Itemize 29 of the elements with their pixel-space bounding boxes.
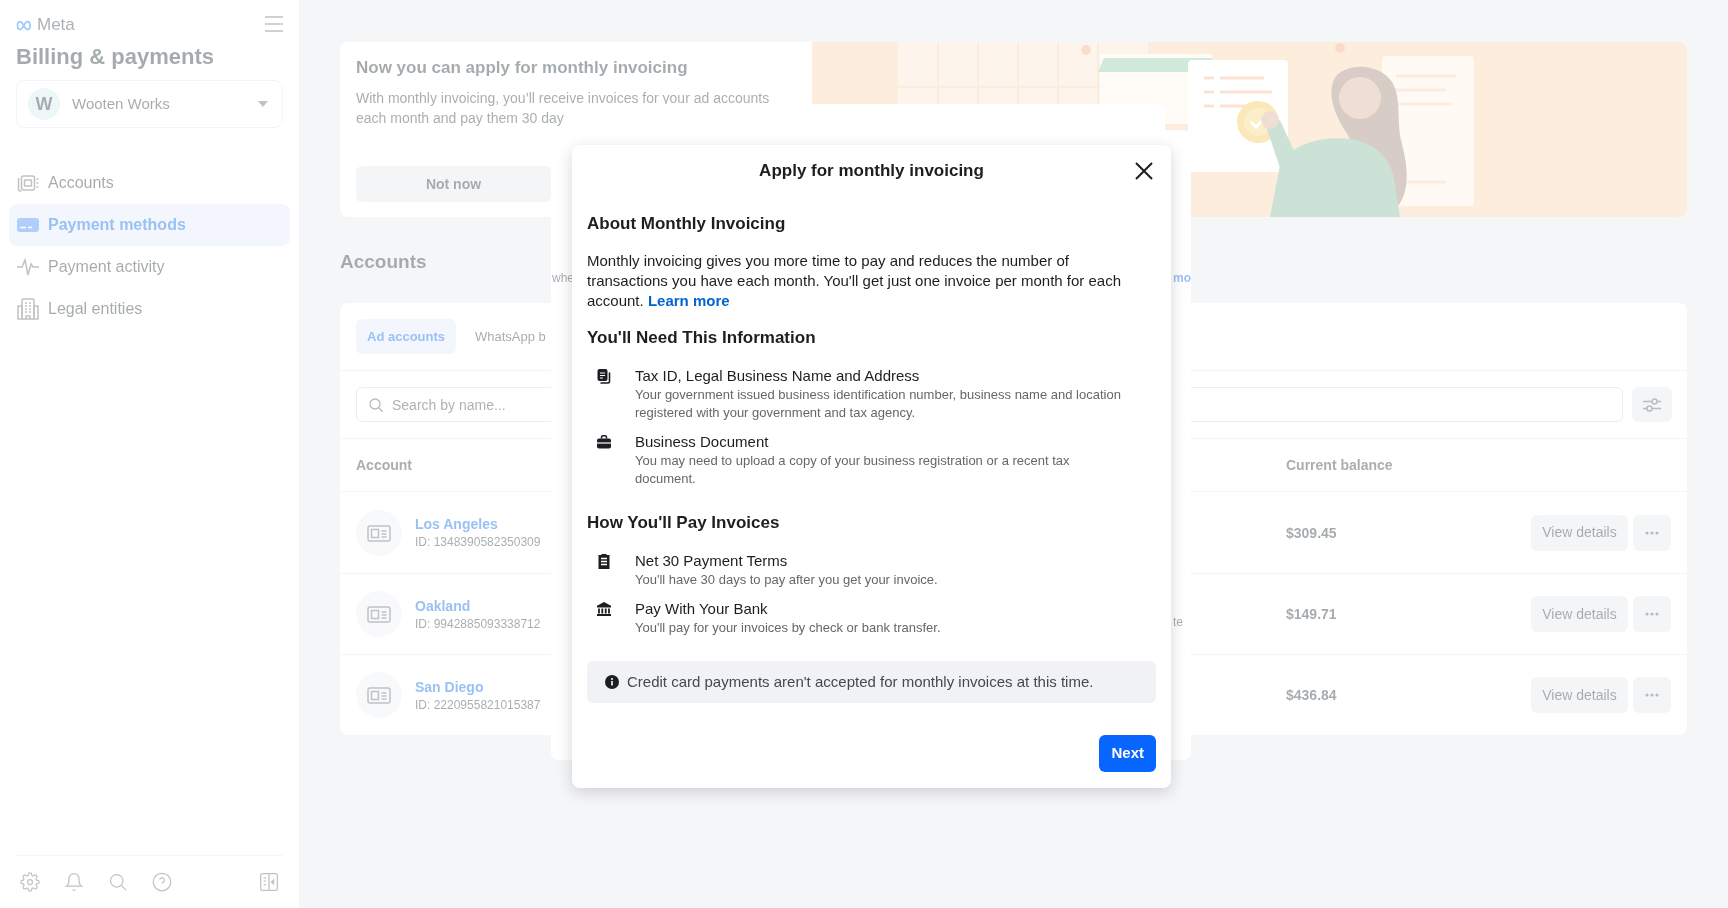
section-heading: How You'll Pay Invoices (587, 512, 780, 534)
item-title: Tax ID, Legal Business Name and Address (635, 366, 920, 386)
account-id: ID: 1348390582350309 (415, 534, 541, 550)
brand-name: Meta (37, 16, 75, 34)
item-title: Business Document (635, 432, 769, 452)
balance: $309.45 (1286, 524, 1337, 541)
column-header: Current balance (1286, 457, 1393, 473)
paragraph: Monthly invoicing gives you more time to pay and reduces the number of transactions you have each month. You'll get just one invoice per month for each account. Learn more (587, 251, 1123, 311)
avatar: W (28, 88, 60, 120)
item-description: You'll pay for your invoices by check or bank transfer. (635, 619, 942, 637)
item-title: Pay With Your Bank (635, 599, 768, 619)
item-description: Your government issued business identification number, business name and location registered with your government and tax agency. (635, 386, 1122, 422)
balance: $436.84 (1286, 687, 1337, 703)
balance: $149.71 (1286, 606, 1337, 622)
section-heading: Accounts (340, 250, 427, 274)
item-description: You'll have 30 days to pay after you get your invoice. (635, 571, 939, 589)
page-title: Billing & payments (15, 43, 216, 71)
text-fragment: te (1173, 614, 1183, 630)
account-name: Wooten Works (72, 93, 171, 114)
column-header: Account (356, 457, 412, 473)
item-title: Net 30 Payment Terms (635, 551, 788, 571)
dialog-title: Apply for monthly invoicing (759, 160, 984, 182)
account-id: ID: 9942885093338712 (415, 615, 541, 632)
section-heading: You'll Need This Information (587, 327, 816, 349)
notice-text: Credit card payments aren't accepted for monthly invoices at this time. (627, 671, 1094, 692)
section-heading: About Monthly Invoicing (587, 213, 786, 235)
account-id: ID: 2220955821015387 (415, 696, 541, 713)
banner-title: Now you can apply for monthly invoicing (356, 57, 688, 79)
item-description: You may need to upload a copy of your business registration or a recent tax document. (635, 452, 1071, 488)
